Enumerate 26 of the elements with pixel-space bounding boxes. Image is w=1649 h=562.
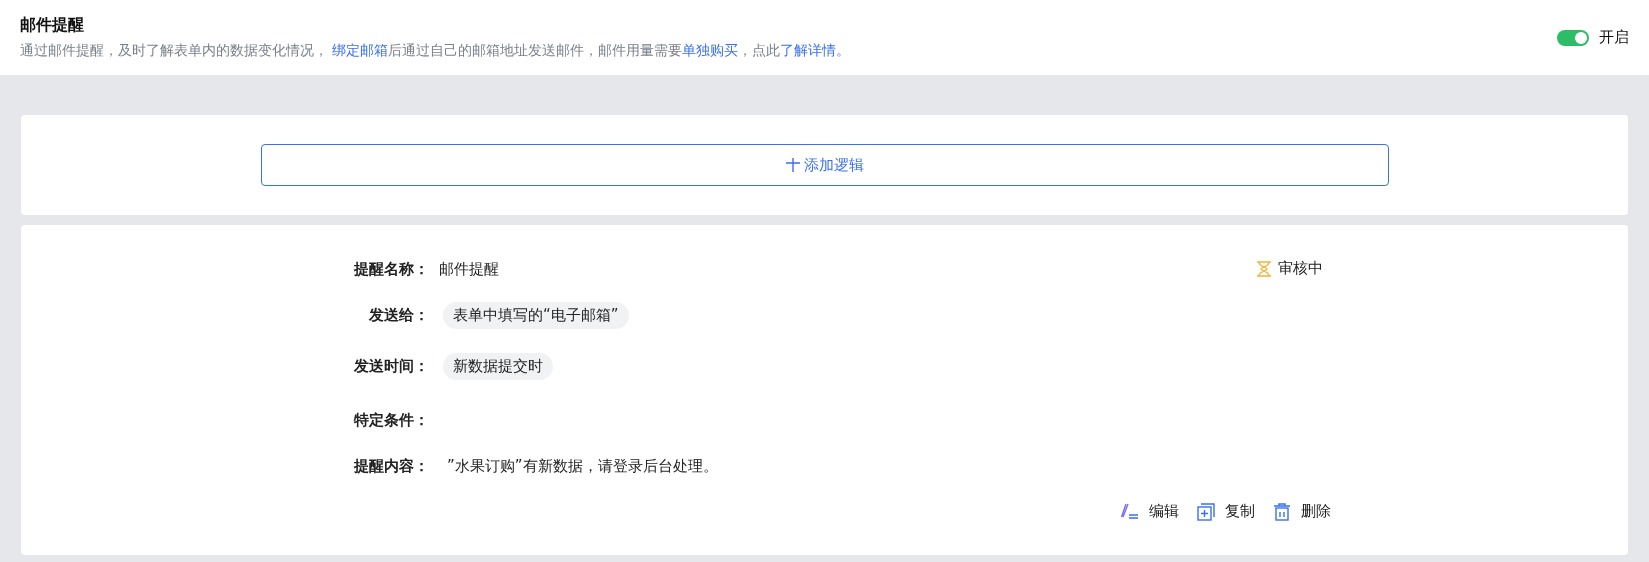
hourglass-icon: [1256, 260, 1272, 277]
delete-button[interactable]: 删除: [1273, 502, 1331, 521]
link[interactable]: 单独购买: [682, 42, 739, 58]
pencil-icon: [1121, 502, 1139, 521]
field-label: 提醒内容：: [353, 455, 429, 477]
field-label: 提醒名称：: [353, 258, 429, 280]
plus-icon: [785, 158, 800, 172]
description-text: 通过邮件提醒，及时了解表单内的数据变化情况， 绑定邮箱后通过自己的邮箱地址发送邮件，邮件用量需要单独购买，点此了解详情。: [20, 42, 851, 60]
field-value: 邮件提醒: [439, 259, 499, 279]
field-tag: 表单中填写的“电子邮箱”: [443, 301, 629, 329]
link[interactable]: 了解详情。: [780, 42, 851, 58]
link[interactable]: 绑定邮箱: [332, 42, 389, 58]
toggle-switch[interactable]: [1557, 29, 1589, 46]
edit-button[interactable]: 编辑: [1121, 502, 1179, 521]
copy-icon: [1197, 502, 1215, 521]
toggle-label: 开启: [1599, 28, 1629, 47]
field-label: 发送时间：: [353, 355, 429, 377]
field-label: 发送给：: [368, 304, 429, 326]
field-value: ”水果订购”有新数据，请登录后台处理。: [447, 456, 718, 476]
field-tag: 新数据提交时: [443, 352, 553, 380]
status-text: 审核中: [1278, 259, 1323, 278]
copy-button[interactable]: 复制: [1197, 502, 1255, 521]
page-title: 邮件提醒: [20, 15, 85, 36]
trash-icon: [1273, 502, 1291, 521]
add-logic-button[interactable]: 添加逻辑: [260, 144, 1389, 186]
field-label: 特定条件：: [352, 409, 429, 431]
